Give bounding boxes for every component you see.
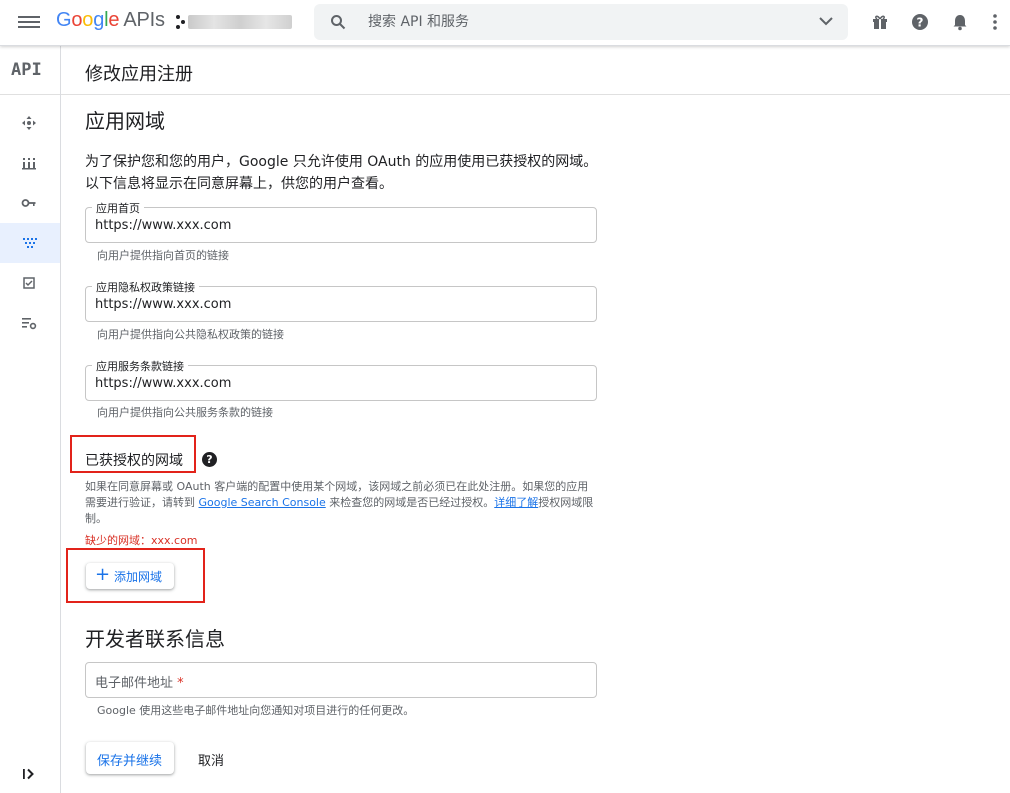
- search-input[interactable]: [368, 10, 788, 34]
- privacy-policy-field[interactable]: 应用隐私权政策链接: [85, 279, 597, 322]
- developer-email-field[interactable]: 电子邮件地址 *: [85, 662, 597, 698]
- top-bar: GoogleAPIs ?: [0, 0, 1010, 46]
- api-label: API: [11, 60, 42, 80]
- save-and-continue-button[interactable]: 保存并继续: [86, 742, 174, 774]
- homepage-label: 应用首页: [92, 200, 144, 216]
- project-selector[interactable]: [176, 12, 296, 32]
- terms-of-service-hint: 向用户提供指向公共服务条款的链接: [97, 406, 273, 419]
- help-circle-icon[interactable]: ?: [202, 452, 217, 467]
- more-vert-icon[interactable]: [990, 12, 1000, 32]
- authorized-desc-text-2: 来检查您的网域是否已经过授权。: [325, 496, 495, 509]
- homepage-hint: 向用户提供指向首页的链接: [97, 249, 229, 262]
- project-icon: [176, 15, 186, 29]
- cancel-label: 取消: [198, 754, 225, 769]
- required-asterisk: *: [177, 676, 184, 691]
- nav-item-page-usage[interactable]: [0, 303, 60, 343]
- cancel-button[interactable]: 取消: [190, 742, 234, 774]
- key-icon: [21, 199, 36, 207]
- nav-item-library[interactable]: [0, 143, 60, 183]
- nav-item-oauth-consent[interactable]: [0, 223, 60, 263]
- search-console-link[interactable]: Google Search Console: [199, 496, 326, 509]
- learn-more-link[interactable]: 详细了解: [494, 496, 538, 509]
- developer-email-hint: Google 使用这些电子邮件地址向您通知对项目进行的任何更改。: [97, 704, 415, 717]
- terms-of-service-input[interactable]: [95, 373, 585, 393]
- rail-divider: [0, 94, 60, 95]
- gift-icon[interactable]: [870, 12, 890, 32]
- nav-item-domain-verification[interactable]: [0, 263, 60, 303]
- add-domain-button[interactable]: + 添加网域: [86, 563, 174, 589]
- expand-rail-icon[interactable]: [21, 766, 37, 782]
- nav-item-dashboard[interactable]: [0, 103, 60, 143]
- page-title: 修改应用注册: [85, 64, 193, 85]
- search-bar[interactable]: [314, 4, 848, 40]
- plus-icon: +: [95, 564, 111, 585]
- nav-item-credentials[interactable]: [0, 183, 60, 223]
- homepage-input[interactable]: [95, 215, 585, 235]
- page-header: 修改应用注册: [61, 46, 1010, 95]
- email-placeholder-text: 电子邮件地址: [95, 676, 174, 691]
- privacy-policy-input[interactable]: [95, 294, 585, 314]
- developer-contact-heading: 开发者联系信息: [85, 627, 225, 651]
- privacy-policy-label: 应用隐私权政策链接: [92, 279, 199, 295]
- notifications-icon[interactable]: [950, 12, 970, 32]
- authorized-domains-title: 已获授权的网域: [85, 453, 183, 469]
- move-icon: [22, 116, 36, 130]
- main-menu-icon[interactable]: [18, 13, 40, 33]
- add-domain-label: 添加网域: [114, 570, 163, 584]
- grid-icon: [22, 158, 36, 170]
- missing-domain-error: 缺少的网域：xxx.com: [85, 534, 198, 547]
- homepage-field[interactable]: 应用首页: [85, 200, 597, 243]
- settings-list-icon: [22, 318, 37, 330]
- authorized-domains-description: 如果在同意屏幕或 OAuth 客户端的配置中使用某个网域，该网域之前必须已在此处…: [85, 479, 595, 527]
- google-apis-logo[interactable]: Google APIs: [56, 9, 165, 32]
- app-domain-description: 为了保护您和您的用户，Google 只允许使用 OAuth 的应用使用已获授权的…: [85, 154, 598, 192]
- save-and-continue-label: 保存并继续: [97, 754, 163, 769]
- project-name-redacted: [188, 15, 292, 29]
- svg-text:?: ?: [917, 16, 924, 30]
- terms-of-service-label: 应用服务条款链接: [92, 358, 188, 374]
- terms-of-service-field[interactable]: 应用服务条款链接: [85, 358, 597, 401]
- dots-icon: [23, 238, 37, 248]
- chevron-down-icon[interactable]: [818, 15, 834, 27]
- app-domain-heading: 应用网域: [85, 109, 165, 133]
- developer-email-placeholder: 电子邮件地址 *: [95, 672, 184, 691]
- help-icon[interactable]: ?: [910, 12, 930, 32]
- checkbox-icon: [23, 277, 35, 289]
- left-nav-rail: API: [0, 46, 61, 793]
- search-icon: [331, 15, 346, 30]
- logo-google-text: Google: [56, 9, 120, 31]
- logo-apis-text: APIs: [123, 9, 165, 31]
- privacy-policy-hint: 向用户提供指向公共隐私权政策的链接: [97, 328, 284, 341]
